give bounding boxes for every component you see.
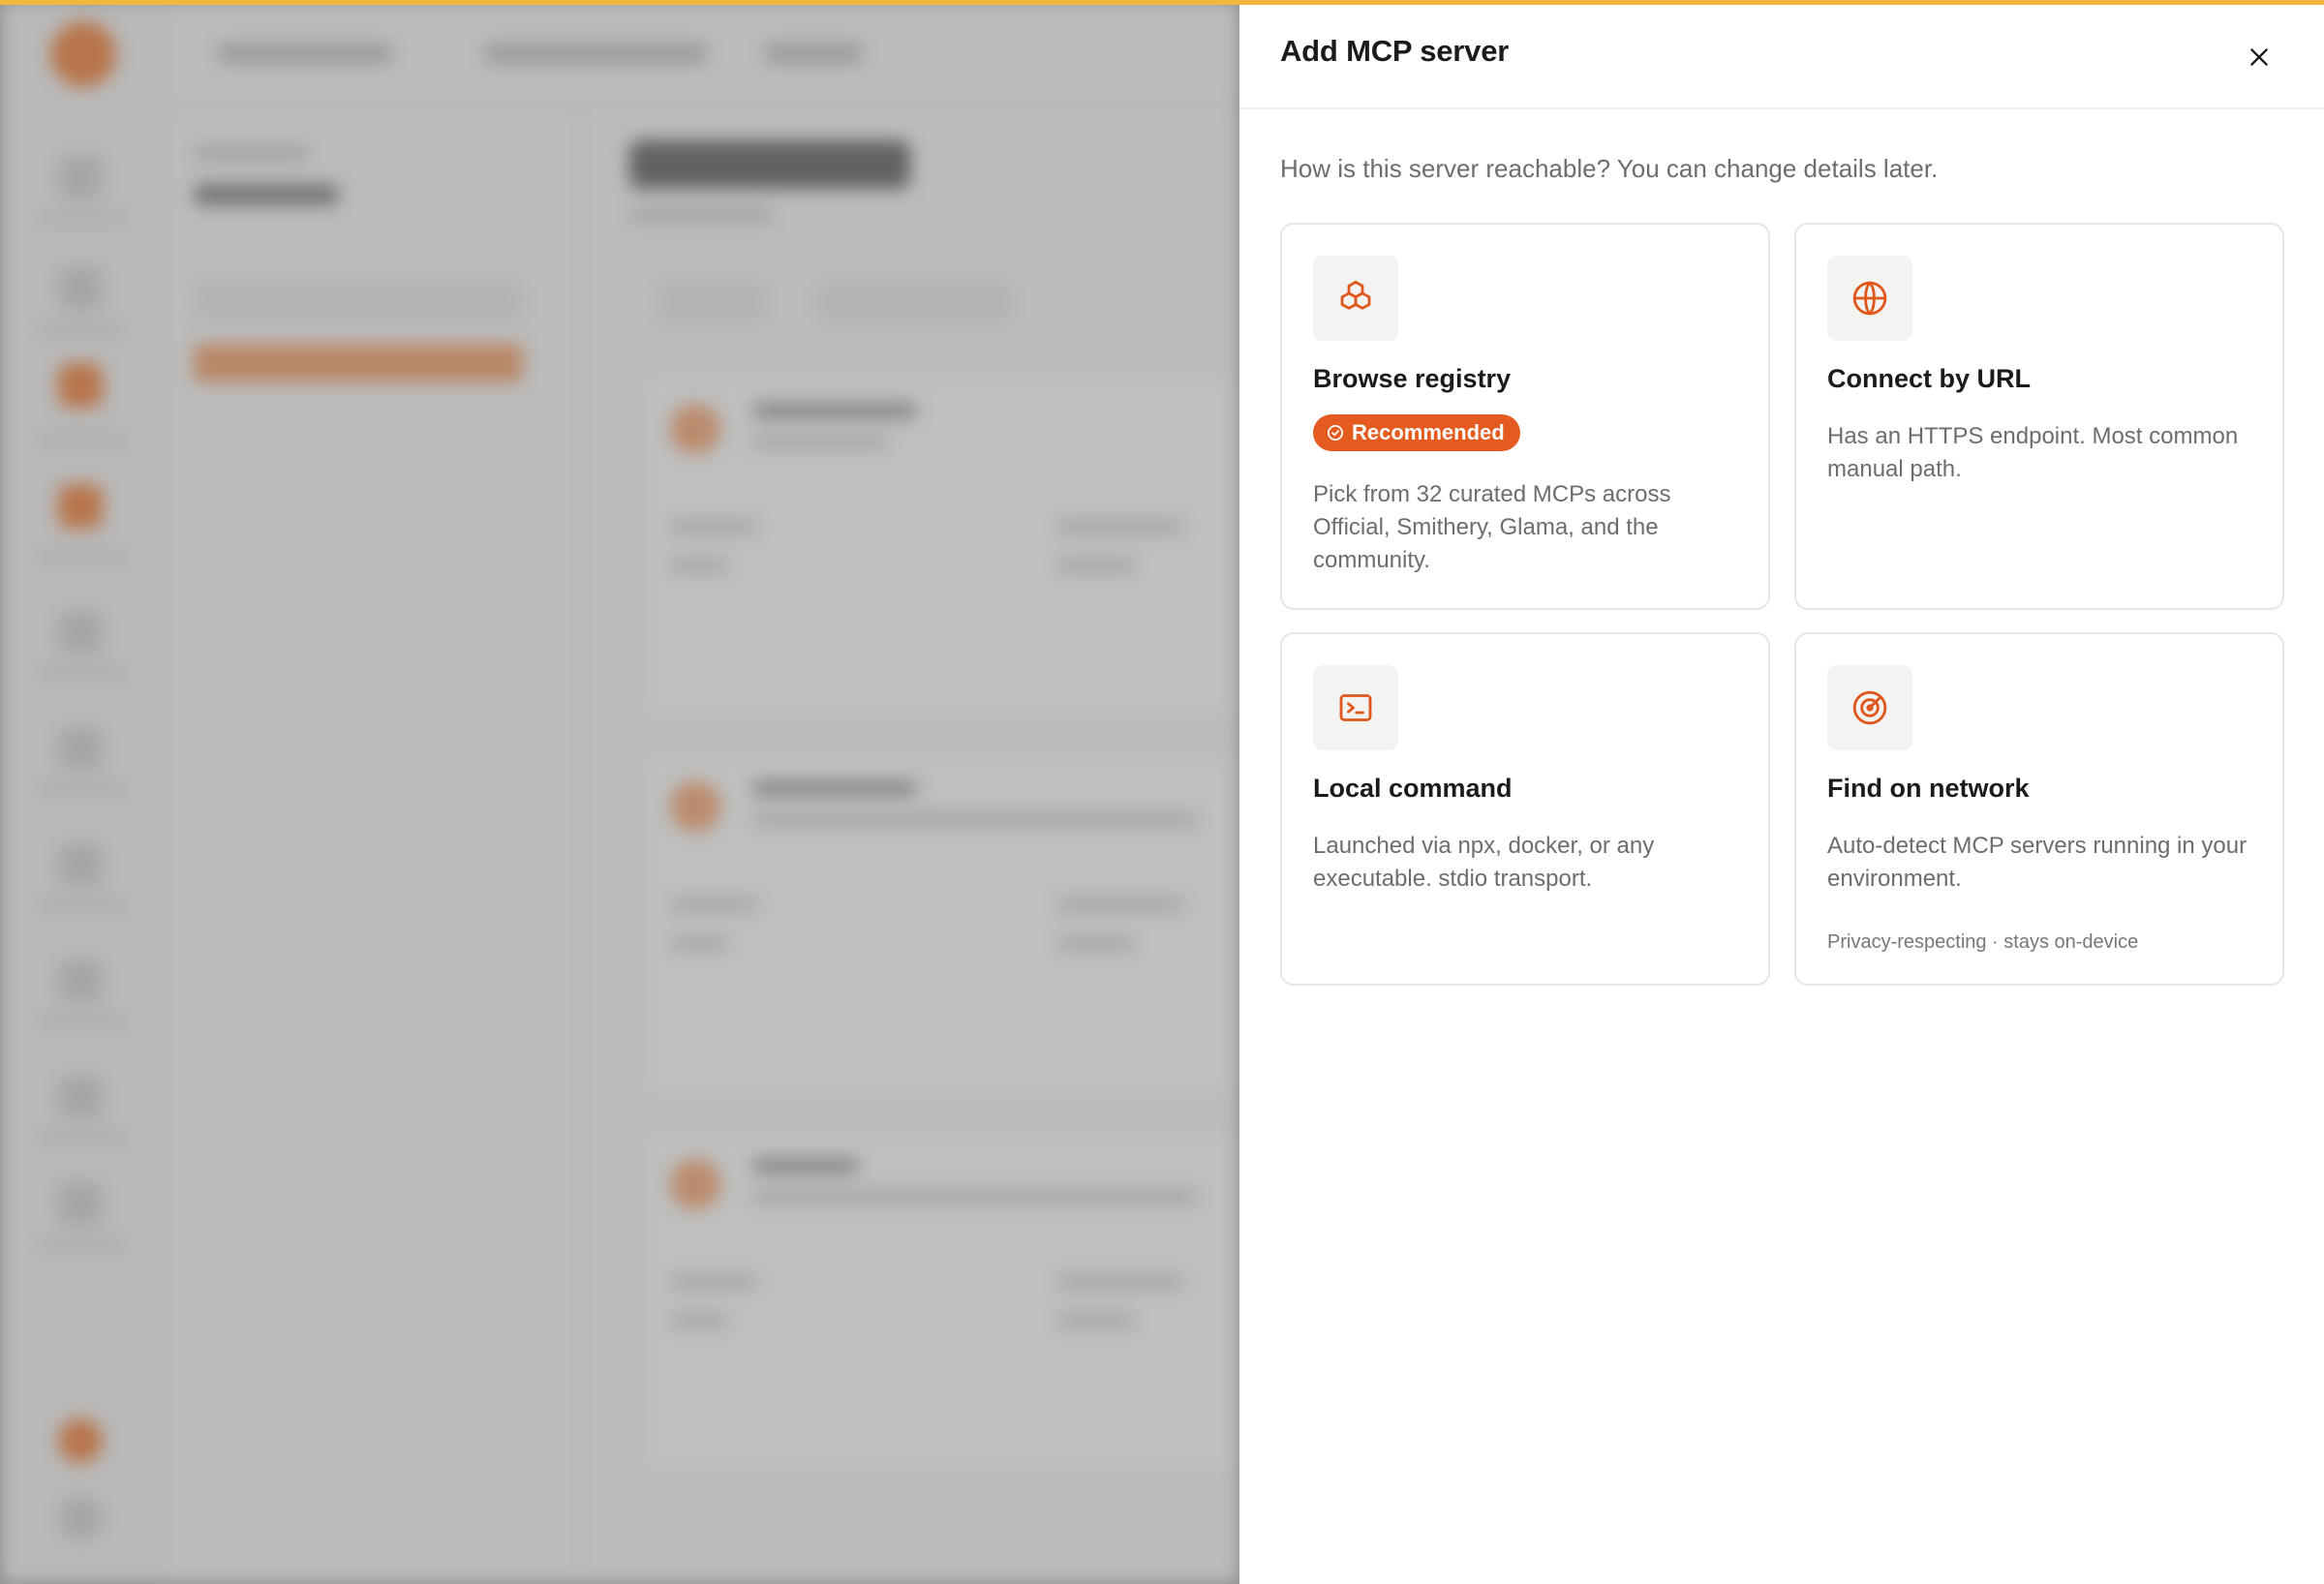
option-title: Local command — [1313, 774, 1513, 803]
option-description: Has an HTTPS endpoint. Most common manua… — [1827, 423, 2239, 482]
radar-icon — [1852, 690, 1887, 725]
option-icon-box — [1827, 665, 1912, 750]
option-description: Launched via npx, docker, or any executa… — [1313, 833, 1655, 892]
option-description: Pick from 32 curated MCPs across Officia… — [1313, 481, 1671, 573]
top-accent-bar — [0, 0, 2324, 5]
globe-icon — [1852, 281, 1887, 316]
option-title: Browse registry — [1313, 364, 1512, 393]
recommended-badge: Recommended — [1313, 414, 1520, 451]
drawer-title: Add MCP server — [1280, 34, 1510, 68]
option-local-command[interactable]: Local command Launched via npx, docker, … — [1280, 632, 1770, 986]
option-icon-box — [1313, 256, 1398, 341]
modal-backdrop[interactable] — [0, 0, 1239, 1584]
option-description: Auto-detect MCP servers running in your … — [1827, 833, 2248, 892]
option-note: Privacy-respecting · stays on-device — [1827, 931, 2139, 953]
close-icon — [2250, 48, 2268, 66]
cubes-icon — [1340, 280, 1371, 310]
option-title: Find on network — [1827, 774, 2030, 803]
close-button[interactable] — [2238, 36, 2280, 78]
check-circle-icon — [1327, 424, 1344, 442]
option-icon-box — [1313, 665, 1398, 750]
drawer-header: Add MCP server — [1239, 5, 2324, 109]
drawer-subtitle: How is this server reachable? You can ch… — [1280, 154, 1939, 183]
option-icon-box — [1827, 256, 1912, 341]
option-browse-registry[interactable]: Browse registry Recommended Pick from 32… — [1280, 223, 1770, 610]
option-connect-by-url[interactable]: Connect by URL Has an HTTPS endpoint. Mo… — [1794, 223, 2284, 610]
badge-label: Recommended — [1352, 420, 1505, 444]
option-title: Connect by URL — [1827, 364, 2032, 393]
option-find-on-network[interactable]: Find on network Auto-detect MCP servers … — [1794, 632, 2284, 986]
terminal-icon — [1339, 694, 1372, 721]
add-mcp-server-drawer: Add MCP server How is this server reacha… — [1239, 5, 2324, 1584]
